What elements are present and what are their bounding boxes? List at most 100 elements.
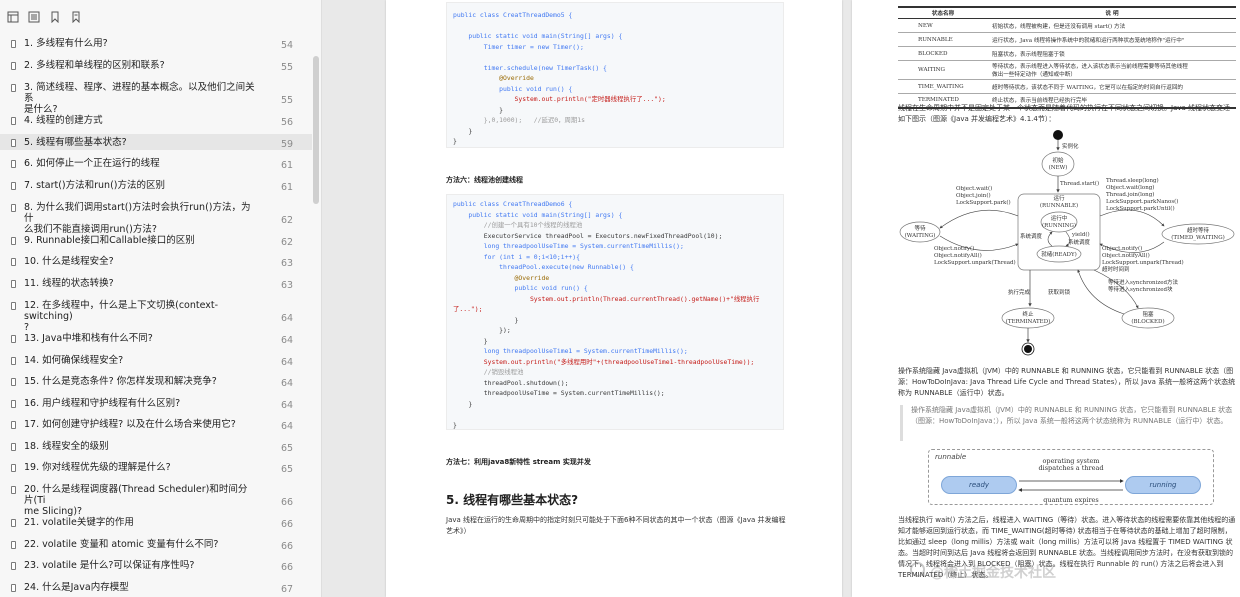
section-body: Java 线程在运行的生命周期中的指定时刻只可能处于下面6种不同状态的其中一个状… [446, 516, 786, 535]
outline-item[interactable]: 13. Java中堆和栈有什么不同? 64 [0, 330, 312, 346]
outline-item[interactable]: 12. 在多线程中，什么是上下文切换(context-switching) ? 6… [0, 297, 312, 333]
outline-item[interactable]: 2. 多线程和单线程的区别和联系? 55 [0, 57, 312, 73]
code-line: } [453, 137, 457, 145]
outline-bullet-icon [11, 280, 16, 288]
outline-item-page: 56 [281, 117, 294, 128]
code-line: System.out.println(Thread.currentThread(… [453, 294, 760, 303]
outline-item-page: 66 [281, 541, 294, 552]
outline-item[interactable]: 22. volatile 变量和 atomic 变量有什么不同? 66 [0, 536, 312, 552]
outline-item-label: 20. 什么是线程调度器(Thread Scheduler)和时间分片(Ti m… [24, 484, 248, 517]
outline-item[interactable]: 14. 如何确保线程安全? 64 [0, 352, 312, 368]
pdf-reader-window: 1. 多线程有什么用? 54 2. 多线程和单线程的区别和联系? 55 3. 简述线程、… [0, 0, 1240, 597]
outline-item[interactable]: 11. 线程的状态转换? 63 [0, 275, 312, 291]
outline-item[interactable]: 15. 什么是竞态条件? 你怎样发现和解决竞争? 64 [0, 373, 312, 389]
state-waiting [899, 221, 941, 243]
method7-label: 方法七：利用java8新特性 stream 实现并发 [446, 458, 591, 466]
state-name-cell: BLOCKED [898, 46, 988, 61]
code-block-timer: public class CreatThreadDemo5 { public s… [446, 2, 784, 148]
bookmark-add-icon[interactable] [67, 8, 85, 26]
outline-bullet-icon [11, 562, 16, 570]
method6-label: 方法六：线程池创建线程 [446, 176, 523, 184]
outline-item-label: 10. 什么是线程安全? [24, 256, 114, 267]
code-line: } [453, 399, 473, 408]
outline-item-page: 64 [281, 400, 294, 411]
state-desc-cell: 等待状态，表示线程进入等待状态，进入该状态表示当前线程需要等待其他线程 做出一些… [988, 60, 1236, 80]
outline-item[interactable]: 5. 线程有哪些基本状态? 59 [0, 134, 312, 150]
outline-bullet-icon [11, 400, 16, 408]
outline-item-label: 5. 线程有哪些基本状态? [24, 137, 127, 148]
code-line: timer.schedule(new TimerTask() { [453, 63, 607, 72]
init-label: 实例化 [1062, 142, 1079, 150]
code-line: threadPool.shutdown(); [453, 378, 569, 387]
code-line: threadPool.execute(new Runnable() { [453, 263, 634, 271]
outline-bullet-icon [11, 160, 16, 168]
outline-item-page: 66 [281, 519, 294, 530]
outline-item[interactable]: 1. 多线程有什么用? 54 [0, 35, 312, 51]
outline-item[interactable]: 10. 什么是线程安全? 63 [0, 253, 312, 269]
code-line: //创建一个具有10个线程的线程池 [453, 221, 583, 229]
state-name-cell: RUNNABLE [898, 32, 988, 47]
outline-sidebar: 1. 多线程有什么用? 54 2. 多线程和单线程的区别和联系? 55 3. 简述线程、… [0, 0, 322, 597]
initial-node [1053, 130, 1063, 140]
outline-item-label: 17. 如何创建守护线程? 以及在什么场合来使用它? [24, 419, 236, 430]
outline-item[interactable]: 7. start()方法和run()方法的区别 61 [0, 177, 312, 193]
outline-icon[interactable] [25, 8, 43, 26]
outline-item-label: 24. 什么是Java内存模型 [24, 582, 129, 593]
svg-text:Thread.sleep(long)Object.wait(: Thread.sleep(long) Object.wait(long) Threa… [1106, 177, 1178, 212]
document-page-right: 状态名称 说 明 NEW 初始状态，线程被构建，但是还没有调用 start() 方… [852, 0, 1240, 597]
outline-item-page: 63 [281, 258, 294, 269]
code-line: } [453, 315, 519, 324]
outline-item[interactable]: 19. 你对线程优先级的理解是什么? 65 [0, 459, 312, 475]
outline-item-page: 64 [281, 313, 294, 324]
outline-item-page: 64 [281, 335, 294, 346]
state-timed-waiting [1161, 223, 1235, 245]
code-line: //销毁线程池 [453, 368, 524, 376]
sidebar-toolbar [0, 0, 321, 34]
state-name-cell: TIME_WAITING [898, 79, 988, 94]
outline-item-label: 6. 如何停止一个正在运行的线程 [24, 158, 160, 169]
bookmark-icon[interactable] [46, 8, 64, 26]
outline-item[interactable]: 17. 如何创建守护线程? 以及在什么场合来使用它? 64 [0, 416, 312, 432]
outline-item-label: 2. 多线程和单线程的区别和联系? [24, 60, 165, 71]
outline-item[interactable]: 4. 线程的创建方式 56 [0, 112, 312, 128]
state-desc-cell: 运行状态，Java 线程将操作系统中的就绪和运行两种状态笼统地称作"运行中" [988, 32, 1236, 47]
sidebar-scrollbar[interactable] [313, 56, 319, 204]
outline-item-page: 61 [281, 160, 294, 171]
outline-item-label: 7. start()方法和run()方法的区别 [24, 180, 165, 191]
outline-bullet-icon [11, 584, 16, 592]
outline-bullet-icon [11, 421, 16, 429]
outline-bullet-icon [11, 117, 16, 125]
thumbnails-icon[interactable] [4, 8, 22, 26]
code-line: public static void main(String[] args) { [453, 32, 623, 40]
svg-text:执行完成: 执行完成 [1008, 288, 1031, 296]
outline-item[interactable]: 8. 为什么我们调用start()方法时会执行run()方法，为什 么我们不能直… [0, 199, 312, 235]
code-block-threadpool: public class CreatThreadDemo6 { public s… [446, 194, 784, 430]
code-line: long threadpoolUseTime = System.currentT… [453, 242, 684, 250]
runnable-ready-running-diagram: runnable ready running operating system d… [928, 449, 1214, 505]
rn-arrows: operating system dispatches a thread quan… [1018, 457, 1124, 504]
table-header-desc: 说 明 [988, 6, 1236, 19]
outline-item-page: 65 [281, 443, 294, 454]
outline-bullet-icon [11, 237, 16, 245]
outline-item[interactable]: 3. 简述线程、程序、进程的基本概念。以及他们之间关系 是什么? 55 [0, 79, 312, 115]
outline-item[interactable]: 23. volatile 是什么?可以保证有序性吗? 66 [0, 557, 312, 573]
outline-item-label: 18. 线程安全的级别 [24, 441, 109, 452]
outline-item[interactable]: 16. 用户线程和守护线程有什么区别? 64 [0, 395, 312, 411]
outline-item-label: 1. 多线程有什么用? [24, 38, 108, 49]
code-line: long threadpoolUseTime1 = System.current… [453, 347, 688, 355]
outline-item-page: 66 [281, 497, 294, 508]
outline-item[interactable]: 9. Runnable接口和Callable接口的区别 62 [0, 232, 312, 248]
outline-bullet-icon [11, 378, 16, 386]
outline-item[interactable]: 20. 什么是线程调度器(Thread Scheduler)和时间分片(Ti m… [0, 481, 312, 517]
outline-item-label: 16. 用户线程和守护线程有什么区别? [24, 398, 181, 409]
state-blocked [1121, 307, 1175, 329]
outline-item[interactable]: 21. volatile关键字的作用 66 [0, 514, 312, 530]
outline-item[interactable]: 18. 线程安全的级别 65 [0, 438, 312, 454]
svg-text:quantum expires: quantum expires [1043, 496, 1098, 504]
svg-text:系统调度: 系统调度 [1020, 232, 1043, 240]
thread-state-table: 状态名称 说 明 NEW 初始状态，线程被构建，但是还没有调用 start() 方… [898, 6, 1236, 109]
outline-bullet-icon [11, 464, 16, 472]
outline-item[interactable]: 24. 什么是Java内存模型 67 [0, 579, 312, 595]
outline-item[interactable]: 6. 如何停止一个正在运行的线程 61 [0, 155, 312, 171]
outline-bullet-icon [11, 258, 16, 266]
